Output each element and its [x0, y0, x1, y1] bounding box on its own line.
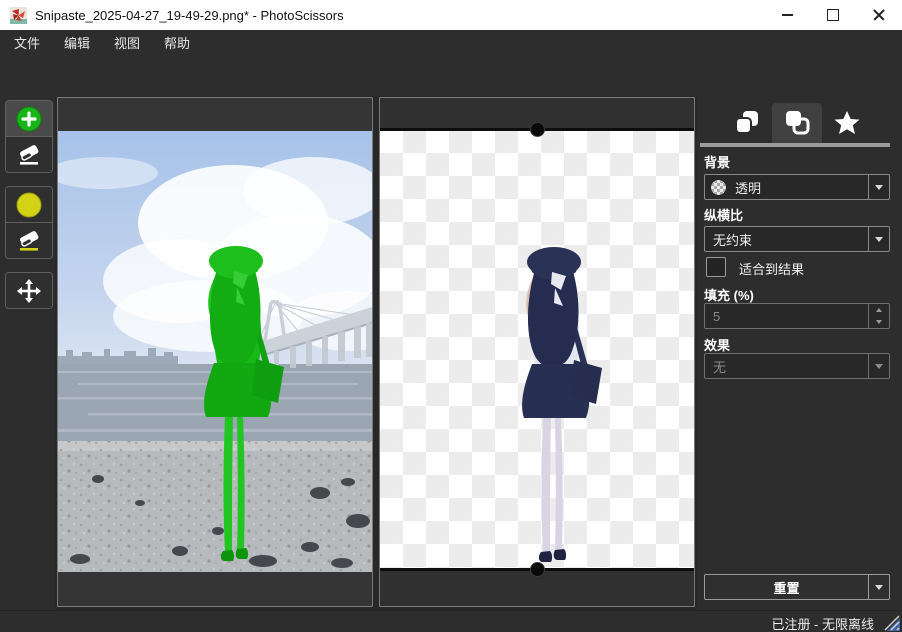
minimize-button[interactable] — [764, 0, 810, 30]
background-label: 背景 — [704, 152, 730, 171]
resize-grip[interactable] — [882, 613, 900, 631]
tab-layers-filled[interactable] — [722, 103, 772, 143]
aspect-ratio-value: 无约束 — [705, 230, 868, 249]
background-eraser-button[interactable] — [6, 222, 52, 258]
layers-filled-icon — [732, 109, 762, 137]
photoscissors-window: Snipaste_2025-04-27_19-49-29.png* - Phot… — [0, 0, 902, 632]
layers-outline-icon — [782, 109, 812, 137]
tab-favorites[interactable] — [822, 103, 872, 143]
fit-to-result-label: 适合到结果 — [739, 259, 804, 278]
effect-value: 无 — [705, 357, 868, 376]
result-preview[interactable] — [380, 130, 694, 570]
canvas-area — [55, 96, 697, 610]
window-title: Snipaste_2025-04-27_19-49-29.png* - Phot… — [35, 8, 344, 23]
close-button[interactable] — [856, 0, 902, 30]
move-tool-icon — [15, 277, 43, 305]
effect-select-arrow — [868, 354, 889, 378]
padding-spinbox — [704, 303, 890, 329]
tab-layers-outline[interactable] — [772, 103, 822, 143]
menu-view[interactable]: 视图 — [104, 30, 150, 58]
background-select[interactable]: 透明 — [704, 174, 890, 200]
fit-to-result-checkbox[interactable] — [706, 257, 726, 277]
transparent-swatch-icon — [711, 180, 726, 195]
maximize-button[interactable] — [810, 0, 856, 30]
padding-steppers — [868, 304, 889, 328]
reset-button-arrow[interactable] — [868, 575, 889, 599]
tool-column — [0, 96, 55, 610]
effect-select[interactable]: 无 — [704, 353, 890, 379]
padding-down-button[interactable] — [869, 316, 889, 328]
app-icon — [10, 7, 27, 24]
status-bar: 已注册 - 无限离线 — [0, 610, 902, 632]
background-value: 透明 — [726, 178, 868, 197]
foreground-marker-button[interactable] — [6, 101, 52, 136]
star-icon — [832, 109, 862, 137]
source-image-canvas[interactable] — [58, 131, 372, 572]
minimize-icon — [782, 14, 793, 16]
close-icon — [873, 9, 885, 21]
move-tool-button[interactable] — [6, 273, 52, 308]
source-panel — [57, 97, 373, 607]
padding-up-button[interactable] — [869, 304, 889, 316]
aspect-ratio-select[interactable]: 无约束 — [704, 226, 890, 252]
tab-separator — [700, 143, 890, 147]
padding-input[interactable] — [705, 304, 868, 328]
foreground-eraser-icon — [15, 141, 43, 169]
crop-handle-top[interactable] — [530, 122, 545, 137]
foreground-marker-icon — [15, 105, 43, 133]
menu-edit[interactable]: 编辑 — [54, 30, 100, 58]
background-eraser-icon — [15, 227, 43, 255]
reset-button[interactable]: 重置 — [704, 574, 890, 600]
sidebar-tabs — [722, 103, 872, 143]
effect-label: 效果 — [704, 335, 730, 354]
aspect-ratio-select-arrow[interactable] — [868, 227, 889, 251]
padding-label: 填充 (%) — [704, 285, 754, 304]
aspect-ratio-label: 纵横比 — [704, 205, 743, 224]
license-status: 已注册 - 无限离线 — [771, 614, 874, 632]
reset-button-label: 重置 — [705, 578, 868, 597]
crop-handle-bottom[interactable] — [530, 562, 545, 577]
menu-file[interactable]: 文件 — [4, 30, 50, 58]
background-marker-icon — [15, 191, 43, 219]
background-marker-button[interactable] — [6, 187, 52, 222]
result-panel — [379, 97, 695, 607]
toolbar: 1:1 ? — [0, 58, 902, 97]
menu-bar: 文件 编辑 视图 帮助 — [0, 30, 902, 59]
title-bar: Snipaste_2025-04-27_19-49-29.png* - Phot… — [0, 0, 902, 30]
maximize-icon — [827, 9, 839, 21]
settings-sidebar: 背景 透明 纵横比 无约束 适合到结果 填充 (%) 效果 无 重置 — [697, 96, 902, 610]
menu-help[interactable]: 帮助 — [154, 30, 200, 58]
foreground-eraser-button[interactable] — [6, 136, 52, 172]
result-image — [380, 130, 694, 570]
background-select-arrow[interactable] — [868, 175, 889, 199]
